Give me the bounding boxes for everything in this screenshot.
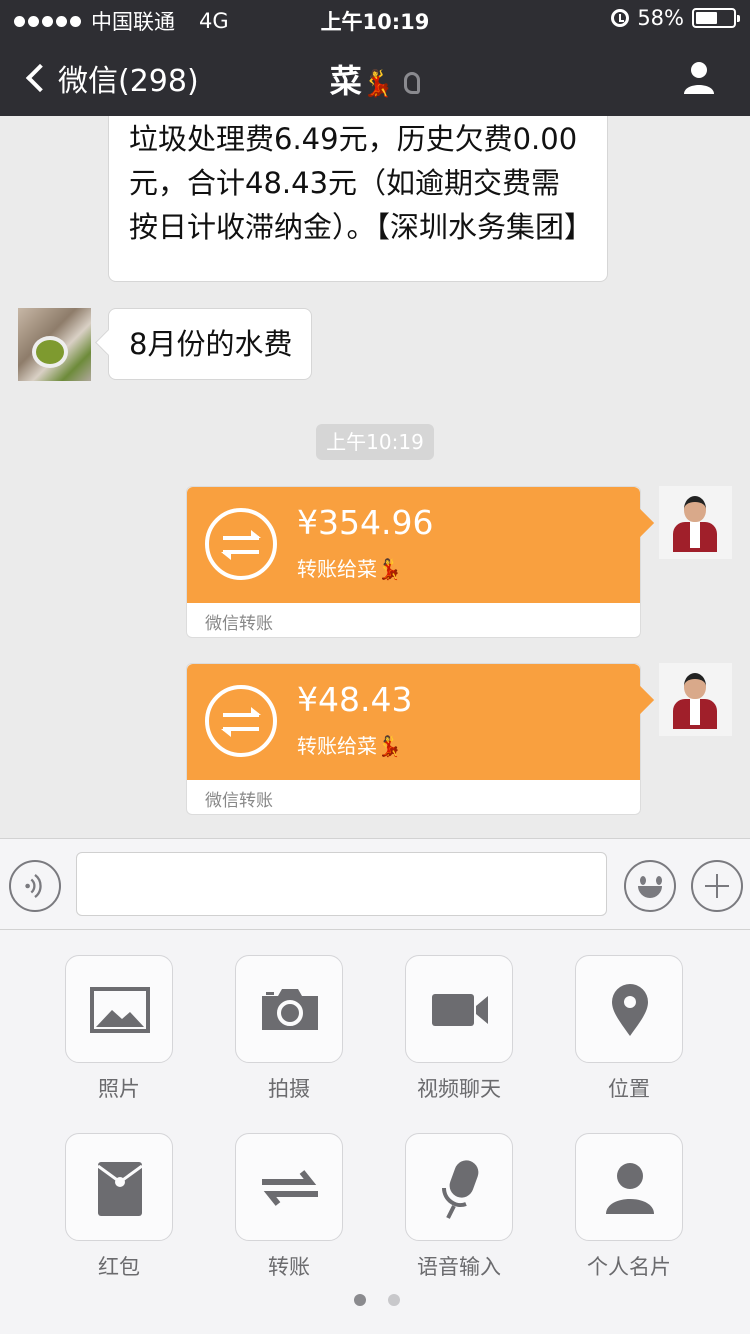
- panel-label-red-packet: 红包: [98, 1255, 140, 1279]
- transfer-card[interactable]: ¥48.43 转账给菜💃 微信转账: [186, 663, 641, 815]
- my-avatar[interactable]: [659, 486, 732, 559]
- transfer-amount: ¥48.43: [297, 680, 413, 719]
- panel-label-photo: 照片: [98, 1077, 140, 1101]
- transfer-footer: 微信转账: [205, 791, 273, 811]
- chat-title-text: 菜: [329, 62, 362, 100]
- message-bubble-incoming[interactable]: 垃圾处理费6.49元，历史欠费0.00元，合计48.43元（如逾期交费需按日计收…: [108, 116, 608, 282]
- video-call-icon: [432, 994, 488, 1026]
- message-timestamp: 上午10:19: [316, 424, 434, 460]
- photo-button[interactable]: [65, 955, 173, 1063]
- battery-percent: 58%: [637, 6, 684, 30]
- status-bar: 中国联通 4G 上午10:19 58%: [0, 0, 750, 40]
- more-button[interactable]: [691, 860, 743, 912]
- contact-card-icon: [606, 1163, 654, 1214]
- chat-info-button[interactable]: [682, 60, 716, 94]
- camera-button[interactable]: [235, 955, 343, 1063]
- panel-label-video-call: 视频聊天: [417, 1077, 501, 1101]
- transfer-note: 转账给菜💃: [297, 734, 402, 758]
- top-bar: 中国联通 4G 上午10:19 58% 微信(298) 菜💃: [0, 0, 750, 116]
- alarm-icon: [611, 9, 630, 27]
- location-button[interactable]: [575, 955, 683, 1063]
- panel-label-contact-card: 个人名片: [587, 1255, 671, 1279]
- page-dot[interactable]: [388, 1294, 400, 1306]
- message-text: 8月份的水费: [129, 327, 293, 361]
- panel-label-voice-input: 语音输入: [417, 1255, 501, 1279]
- contact-avatar[interactable]: [18, 308, 91, 381]
- chat-area[interactable]: 垃圾处理费6.49元，历史欠费0.00元，合计48.43元（如逾期交费需按日计收…: [0, 116, 750, 838]
- camera-icon: [262, 989, 318, 1030]
- transfer-icon: [262, 1170, 318, 1206]
- photo-icon: [90, 987, 150, 1033]
- red-packet-button[interactable]: [65, 1133, 173, 1241]
- panel-label-camera: 拍摄: [268, 1077, 310, 1101]
- input-bar: [0, 838, 750, 930]
- extension-panel: 照片 拍摄 视频聊天 位置 红包 转账 语音输入 个人名片: [0, 930, 750, 1334]
- emoji-button[interactable]: [624, 860, 676, 912]
- chat-title-emoji: 💃: [361, 69, 395, 99]
- contact-card-button[interactable]: [575, 1133, 683, 1241]
- transfer-icon: [205, 685, 277, 757]
- transfer-note: 转账给菜💃: [297, 557, 402, 581]
- page-dot[interactable]: [354, 1294, 366, 1306]
- message-bubble-incoming[interactable]: 8月份的水费: [108, 308, 312, 380]
- video-call-button[interactable]: [405, 955, 513, 1063]
- microphone-icon: [442, 1160, 479, 1219]
- message-input[interactable]: [76, 852, 607, 916]
- transfer-icon: [205, 508, 277, 580]
- nav-bar: 微信(298) 菜💃: [0, 40, 750, 116]
- voice-mode-button[interactable]: [9, 860, 61, 912]
- voice-input-button[interactable]: [405, 1133, 513, 1241]
- transfer-footer: 微信转账: [205, 614, 273, 634]
- transfer-amount: ¥354.96: [297, 503, 434, 542]
- chat-title: 菜💃: [0, 56, 750, 102]
- transfer-button[interactable]: [235, 1133, 343, 1241]
- transfer-card[interactable]: ¥354.96 转账给菜💃 微信转账: [186, 486, 641, 638]
- panel-label-location: 位置: [608, 1077, 650, 1101]
- message-text: 垃圾处理费6.49元，历史欠费0.00元，合计48.43元（如逾期交费需按日计收…: [129, 122, 594, 244]
- battery-icon: [692, 8, 740, 28]
- panel-label-transfer: 转账: [268, 1255, 310, 1279]
- location-icon: [612, 984, 648, 1036]
- page-indicator: [354, 1294, 400, 1306]
- red-packet-icon: [97, 1162, 143, 1216]
- earpiece-mode-icon: [404, 72, 421, 94]
- my-avatar[interactable]: [659, 663, 732, 736]
